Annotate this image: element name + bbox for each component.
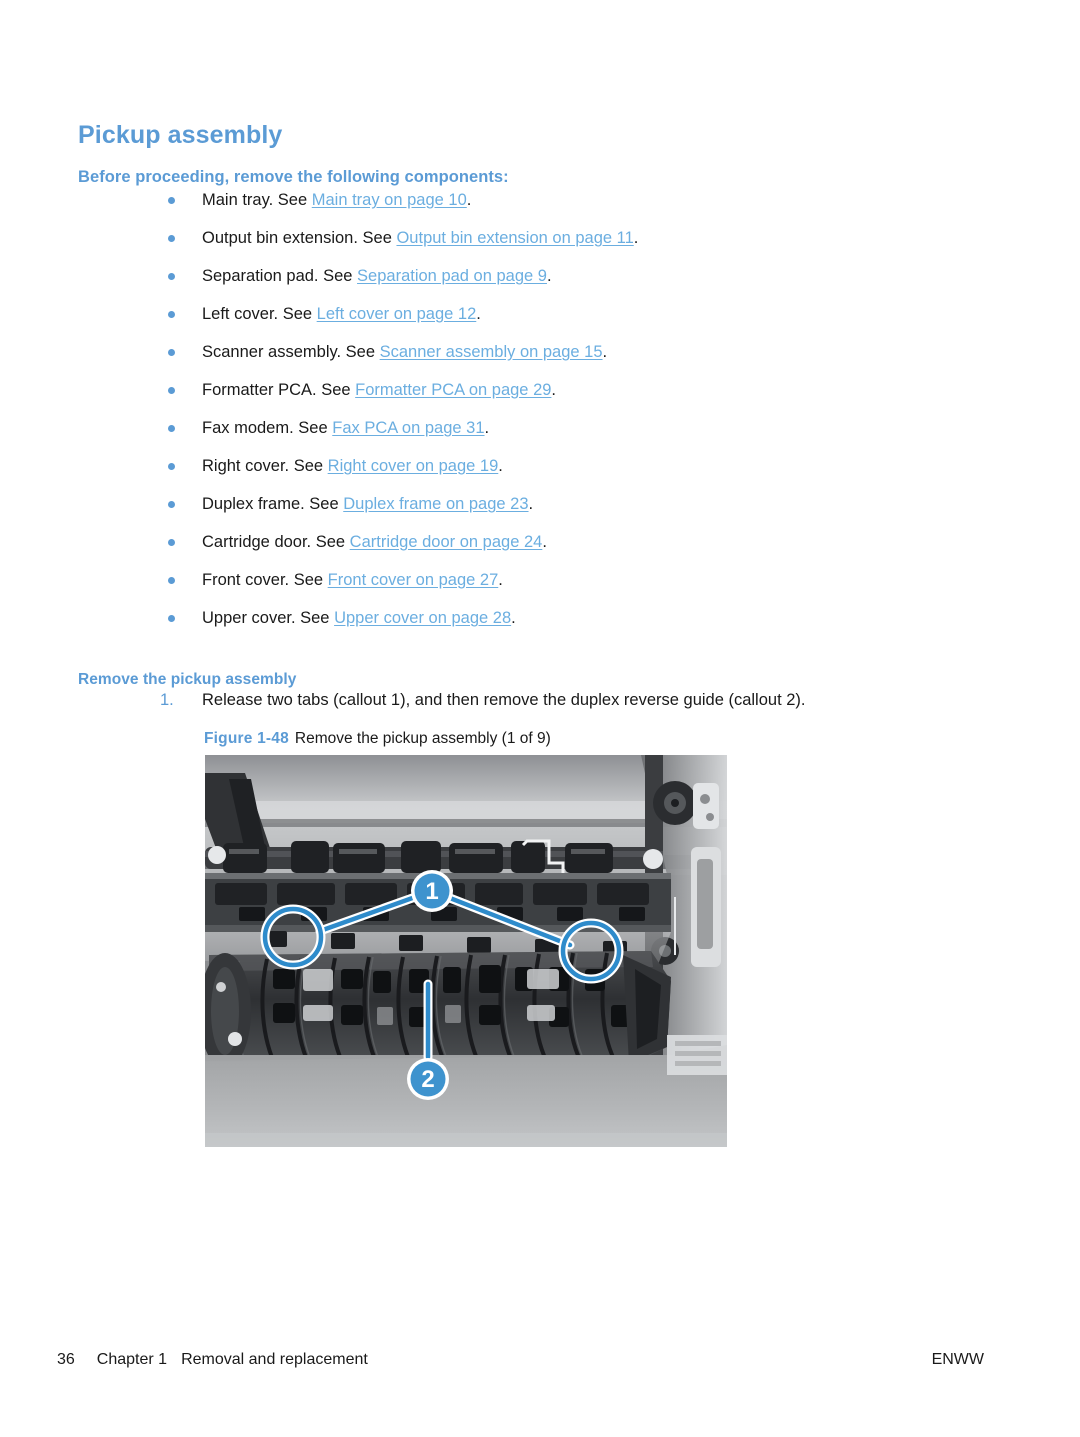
- list-item-tail: .: [633, 229, 639, 247]
- list-item-tail: .: [546, 267, 552, 285]
- list-item: Duplex frame. See Duplex frame on page 2…: [168, 492, 1028, 516]
- list-item-text: Upper cover. See Upper cover on page 28.: [202, 606, 516, 630]
- list-item-lead: Duplex frame. See: [202, 495, 344, 513]
- list-item: Right cover. See Right cover on page 19.: [168, 454, 1028, 478]
- list-item: Output bin extension. See Output bin ext…: [168, 226, 1028, 250]
- bullet-icon: [168, 577, 175, 584]
- list-item-tail: .: [542, 533, 547, 551]
- callout-badge-1: 1: [411, 870, 453, 912]
- list-item-text: Fax modem. See Fax PCA on page 31.: [202, 416, 489, 440]
- page-footer: 36 Chapter 1 Removal and replacement ENWW: [0, 1348, 1080, 1372]
- list-item-lead: Cartridge door. See: [202, 533, 350, 551]
- footer-chapter: Chapter 1: [96, 1351, 168, 1368]
- figure-caption: Figure 1-48 Remove the pickup assembly (1…: [204, 729, 551, 749]
- footer-left: 36 Chapter 1 Removal and replacement: [57, 1348, 368, 1372]
- list-item: Upper cover. See Upper cover on page 28.: [168, 606, 1028, 630]
- list-item-lead: Main tray. See: [202, 191, 312, 209]
- cross-reference-link[interactable]: Output bin extension on page 11: [396, 229, 633, 247]
- figure-label: Figure 1-48: [204, 730, 289, 747]
- svg-text:1: 1: [425, 878, 438, 905]
- list-item-lead: Formatter PCA. See: [202, 381, 356, 399]
- subtitle-before-proceeding: Before proceeding, remove the following …: [78, 167, 509, 186]
- list-item-lead: Front cover. See: [202, 571, 328, 589]
- list-item-tail: .: [498, 457, 503, 475]
- list-item-tail: .: [498, 571, 503, 589]
- cross-reference-link[interactable]: Fax PCA on page 31: [332, 419, 484, 437]
- list-item-text: Main tray. See Main tray on page 10.: [202, 188, 471, 212]
- section-heading-remove-pickup-assembly: Remove the pickup assembly: [78, 670, 297, 688]
- cross-reference-link[interactable]: Scanner assembly on page 15: [380, 343, 603, 361]
- step-text: Release two tabs (callout 1), and then r…: [202, 691, 806, 709]
- footer-enww: ENWW: [931, 1351, 984, 1368]
- list-item: Main tray. See Main tray on page 10.: [168, 188, 1028, 212]
- list-item-lead: Left cover. See: [202, 305, 317, 323]
- list-item-tail: .: [484, 419, 490, 437]
- bullet-icon: [168, 425, 175, 432]
- list-item-tail: .: [528, 495, 534, 513]
- cross-reference-link[interactable]: Front cover on page 27: [328, 571, 499, 589]
- page-title: Pickup assembly: [78, 120, 283, 149]
- bullet-icon: [168, 539, 175, 546]
- list-item: Cartridge door. See Cartridge door on pa…: [168, 530, 1028, 554]
- bullet-icon: [168, 197, 175, 204]
- svg-text:2: 2: [421, 1066, 434, 1093]
- bullet-icon: [168, 349, 175, 356]
- list-item-text: Right cover. See Right cover on page 19.: [202, 454, 503, 478]
- figure-image: 1 2: [205, 755, 727, 1147]
- footer-page-number: 36: [57, 1351, 75, 1368]
- list-item: Front cover. See Front cover on page 27.: [168, 568, 1028, 592]
- cross-reference-link[interactable]: Formatter PCA on page 29: [355, 381, 551, 399]
- bullet-icon: [168, 501, 175, 508]
- bullet-icon: [168, 387, 175, 394]
- cross-reference-link[interactable]: Duplex frame on page 23: [343, 495, 528, 513]
- list-item-tail: .: [466, 191, 472, 209]
- cross-reference-link[interactable]: Main tray on page 10: [312, 191, 467, 209]
- list-item-lead: Scanner assembly. See: [202, 343, 380, 361]
- list-item-text: Formatter PCA. See Formatter PCA on page…: [202, 378, 556, 402]
- list-item-text: Output bin extension. See Output bin ext…: [202, 226, 638, 250]
- list-item-tail: .: [602, 343, 608, 361]
- bullet-icon: [168, 615, 175, 622]
- figure-title: Remove the pickup assembly (1 of 9): [294, 730, 551, 747]
- list-item-lead: Right cover. See: [202, 457, 328, 475]
- cross-reference-link[interactable]: Separation pad on page 9: [357, 267, 547, 285]
- list-item-text: Cartridge door. See Cartridge door on pa…: [202, 530, 547, 554]
- step-number: 1.: [160, 691, 174, 709]
- callout-badge-2: 2: [407, 1058, 449, 1100]
- list-item-text: Left cover. See Left cover on page 12.: [202, 302, 481, 326]
- list-item: Fax modem. See Fax PCA on page 31.: [168, 416, 1028, 440]
- cross-reference-link[interactable]: Right cover on page 19: [328, 457, 499, 475]
- bullet-icon: [168, 463, 175, 470]
- list-item: Scanner assembly. See Scanner assembly o…: [168, 340, 1028, 364]
- list-item: Left cover. See Left cover on page 12.: [168, 302, 1028, 326]
- bullet-icon: [168, 235, 175, 242]
- list-item-tail: .: [476, 305, 481, 323]
- list-item-lead: Output bin extension. See: [202, 229, 397, 247]
- list-item-text: Separation pad. See Separation pad on pa…: [202, 264, 552, 288]
- list-item-text: Scanner assembly. See Scanner assembly o…: [202, 340, 607, 364]
- list-item-text: Duplex frame. See Duplex frame on page 2…: [202, 492, 533, 516]
- list-item-text: Front cover. See Front cover on page 27.: [202, 568, 503, 592]
- list-item-lead: Separation pad. See: [202, 267, 358, 285]
- list-item-tail: .: [551, 381, 557, 399]
- list-item-lead: Upper cover. See: [202, 609, 335, 627]
- cross-reference-link[interactable]: Upper cover on page 28: [334, 609, 511, 627]
- list-item-tail: .: [511, 609, 516, 627]
- list-item: Separation pad. See Separation pad on pa…: [168, 264, 1028, 288]
- cross-reference-link[interactable]: Left cover on page 12: [317, 305, 477, 323]
- bullet-icon: [168, 311, 175, 318]
- bullet-icon: [168, 273, 175, 280]
- list-item: Formatter PCA. See Formatter PCA on page…: [168, 378, 1028, 402]
- list-item-lead: Fax modem. See: [202, 419, 333, 437]
- cross-reference-link[interactable]: Cartridge door on page 24: [350, 533, 543, 551]
- document-page: Pickup assembly Before proceeding, remov…: [0, 0, 1080, 1437]
- footer-chapter-title: Removal and replacement: [181, 1351, 368, 1368]
